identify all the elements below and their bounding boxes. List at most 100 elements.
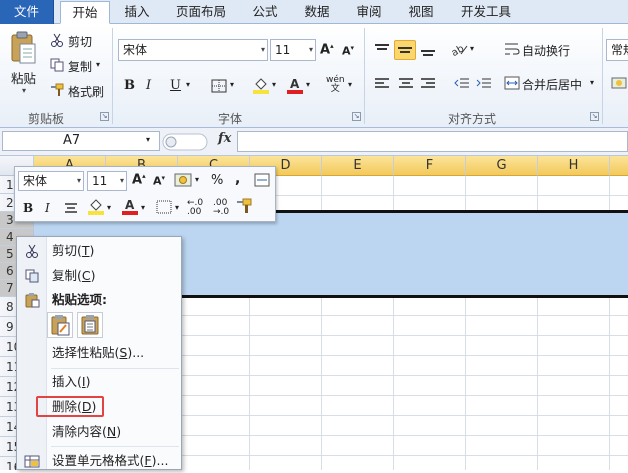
tab-insert[interactable]: 插入 — [116, 1, 158, 24]
mini-grow-font-icon[interactable]: A▴ — [132, 172, 146, 187]
column-header[interactable]: G — [466, 156, 538, 176]
tab-page-layout[interactable]: 页面布局 — [168, 1, 234, 24]
shrink-font-icon[interactable]: A▾ — [342, 44, 354, 58]
menu-item-label: 设置单元格格式 — [52, 453, 140, 468]
menu-item-insert[interactable]: 插入(I) — [17, 370, 181, 394]
mini-merge-center-icon[interactable] — [253, 172, 271, 188]
mini-number-format-icon[interactable] — [173, 171, 193, 189]
menu-item-paste-special[interactable]: 选择性粘贴(S)... — [17, 341, 181, 365]
mini-font-color-dropdown-icon[interactable]: ▾ — [141, 203, 145, 212]
insert-function-button[interactable]: fx — [218, 131, 231, 146]
mini-increase-decimal-icon[interactable]: ←.0.00 — [187, 199, 203, 217]
tab-developer[interactable]: 开发工具 — [452, 1, 520, 24]
font-color-dropdown-icon[interactable]: ▾ — [306, 80, 310, 89]
merge-center-dropdown-icon[interactable]: ▾ — [590, 78, 594, 87]
align-left-icon[interactable] — [372, 74, 392, 94]
borders-icon[interactable] — [210, 78, 228, 94]
clipboard-launcher-icon[interactable]: ↘ — [100, 112, 109, 121]
chevron-down-icon: ▾ — [308, 45, 313, 54]
fill-color-icon[interactable] — [252, 76, 270, 94]
font-size-combo[interactable]: 11 ▾ — [270, 39, 316, 61]
paste-icon[interactable] — [8, 30, 38, 66]
menu-item-clear-contents[interactable]: 清除内容(N) — [17, 420, 181, 444]
align-top-icon[interactable] — [372, 40, 392, 60]
mini-font-name-combo[interactable]: 宋体 ▾ — [18, 171, 84, 191]
tab-view[interactable]: 视图 — [400, 1, 442, 24]
font-color-icon[interactable]: A — [286, 76, 304, 94]
italic-button[interactable]: I — [146, 78, 151, 93]
column-header-partial[interactable] — [610, 156, 628, 176]
mini-fill-color-icon[interactable] — [87, 197, 105, 215]
orientation-dropdown-icon[interactable]: ▾ — [470, 44, 474, 53]
mini-italic-button[interactable]: I — [45, 201, 50, 215]
mini-center-align-icon[interactable] — [63, 201, 79, 215]
paste-dropdown-icon[interactable]: ▾ — [22, 86, 26, 95]
format-painter-button[interactable]: 格式刷 — [68, 83, 104, 100]
mini-number-dropdown-icon[interactable]: ▾ — [195, 175, 199, 184]
phonetic-dropdown-icon[interactable]: ▾ — [348, 80, 352, 89]
font-name-combo[interactable]: 宋体 ▾ — [118, 39, 268, 61]
font-size-value: 11 — [275, 43, 291, 57]
menu-item-cut[interactable]: 剪切(T) — [17, 239, 181, 263]
chevron-down-icon: ▾ — [260, 45, 265, 54]
mini-borders-icon[interactable] — [155, 199, 173, 215]
bold-button[interactable]: B — [124, 78, 135, 93]
tab-file[interactable]: 文件 — [0, 0, 54, 24]
mini-percent-button[interactable]: % — [211, 173, 223, 188]
mini-shrink-font-icon[interactable]: A▾ — [153, 174, 165, 188]
underline-dropdown-icon[interactable]: ▾ — [186, 80, 190, 89]
align-right-icon[interactable] — [418, 74, 438, 94]
decrease-indent-icon[interactable] — [452, 74, 472, 94]
menu-item-copy[interactable]: 复制(C) — [17, 264, 181, 288]
tab-formulas[interactable]: 公式 — [244, 1, 286, 24]
mini-comma-button[interactable]: , — [235, 171, 240, 187]
mini-fill-dropdown-icon[interactable]: ▾ — [107, 203, 111, 212]
wrap-text-button[interactable]: 自动换行 — [522, 42, 570, 59]
tab-data[interactable]: 数据 — [296, 1, 338, 24]
copy-dropdown-icon[interactable]: ▾ — [96, 60, 100, 69]
underline-button[interactable]: U — [170, 78, 181, 93]
mini-font-color-icon[interactable]: A — [121, 197, 139, 215]
alignment-launcher-icon[interactable]: ↘ — [590, 112, 599, 121]
column-header[interactable]: F — [394, 156, 466, 176]
align-bottom-icon[interactable] — [418, 40, 438, 60]
merge-center-button[interactable]: 合并后居中 — [522, 76, 582, 93]
tab-review[interactable]: 审阅 — [348, 1, 390, 24]
group-separator — [602, 28, 603, 124]
formula-input[interactable] — [237, 131, 628, 152]
mini-borders-dropdown-icon[interactable]: ▾ — [175, 203, 179, 212]
cut-button[interactable]: 剪切 — [68, 33, 92, 50]
accounting-format-icon[interactable] — [610, 74, 628, 92]
copy-button[interactable]: 复制 — [68, 58, 92, 75]
mini-decrease-decimal-icon[interactable]: .00 →.0 — [213, 199, 229, 217]
column-header[interactable]: E — [322, 156, 394, 176]
formula-bar-resize-handle[interactable] — [162, 133, 208, 151]
mini-bold-button[interactable]: B — [23, 201, 33, 215]
number-format-combo[interactable]: 常规 — [606, 39, 628, 61]
menu-item-label: 插入 — [52, 374, 78, 389]
font-launcher-icon[interactable]: ↘ — [352, 112, 361, 121]
menu-item-label: 复制 — [52, 268, 78, 283]
orientation-icon[interactable]: ab — [448, 40, 470, 60]
mini-font-size-combo[interactable]: 11 ▾ — [87, 171, 127, 191]
menu-item-format-cells[interactable]: 设置单元格格式(F)... — [17, 449, 181, 473]
align-middle-icon[interactable] — [394, 40, 416, 60]
merge-center-icon — [504, 75, 520, 91]
align-center-icon[interactable] — [396, 74, 416, 94]
name-box[interactable]: A7 — [2, 131, 160, 151]
mini-format-painter-icon[interactable] — [235, 197, 253, 215]
tab-home[interactable]: 开始 — [60, 1, 110, 24]
fill-color-dropdown-icon[interactable]: ▾ — [272, 80, 276, 89]
paste-option-default-icon[interactable] — [47, 312, 73, 338]
increase-indent-icon[interactable] — [474, 74, 494, 94]
paste-option-values-icon[interactable] — [77, 312, 103, 338]
phonetic-guide-icon[interactable]: wén 文 — [326, 76, 345, 94]
grow-font-icon[interactable]: A▴ — [320, 42, 334, 57]
accelerator-key: I — [81, 374, 86, 389]
column-header[interactable]: H — [538, 156, 610, 176]
name-box-dropdown-icon[interactable]: ▾ — [146, 135, 150, 144]
borders-dropdown-icon[interactable]: ▾ — [230, 80, 234, 89]
mini-font-name-value: 宋体 — [23, 174, 48, 188]
menu-item-label: 选择性粘贴 — [52, 345, 115, 360]
paste-button[interactable]: 粘贴 — [11, 68, 36, 87]
